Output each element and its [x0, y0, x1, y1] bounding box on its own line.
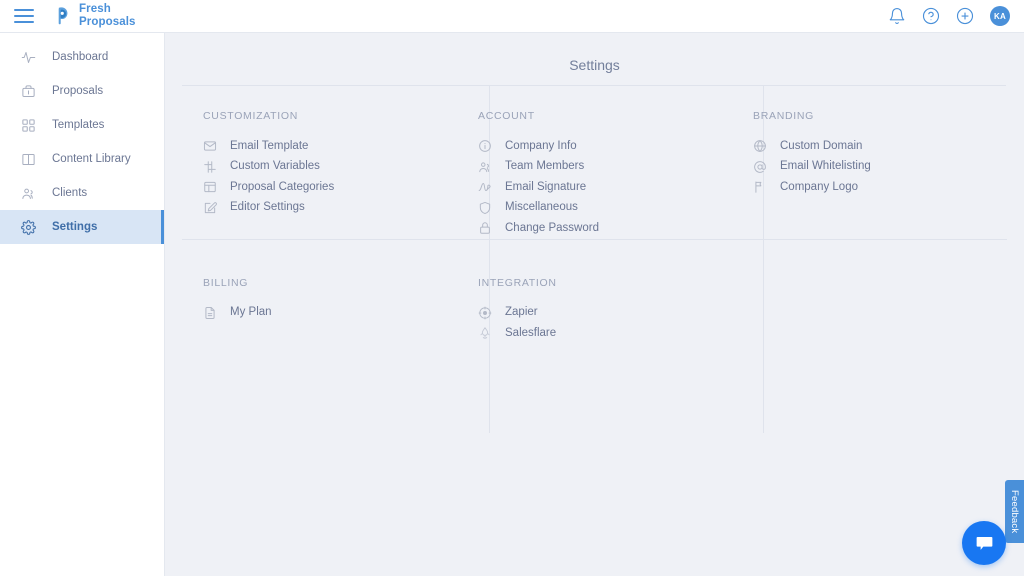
chat-bubble-icon	[974, 533, 995, 554]
settings-item-label: Zapier	[505, 307, 538, 319]
section-title: BRANDING	[753, 110, 1007, 122]
info-circle-icon	[478, 139, 492, 153]
signature-icon	[478, 180, 492, 194]
section-title: ACCOUNT	[478, 110, 732, 122]
sidebar-item-content-library[interactable]: Content Library	[0, 142, 164, 176]
users-icon	[21, 186, 36, 201]
sidebar-item-label: Clients	[52, 187, 87, 199]
settings-item-label: Proposal Categories	[230, 182, 334, 194]
sidebar-item-label: Settings	[52, 221, 97, 233]
question-circle-icon[interactable]	[922, 7, 940, 25]
zapier-icon	[478, 306, 492, 320]
main-content: Settings CUSTOMIZATION Email Template	[165, 33, 1024, 576]
settings-item-custom-domain[interactable]: Custom Domain	[753, 136, 1007, 157]
layout-icon	[203, 180, 217, 194]
settings-item-email-whitelisting[interactable]: Email Whitelisting	[753, 157, 1007, 178]
settings-item-label: Miscellaneous	[505, 202, 578, 214]
hamburger-line	[14, 15, 34, 17]
settings-item-label: Email Whitelisting	[780, 161, 871, 173]
brand-line-2: Proposals	[79, 17, 136, 29]
hamburger-line	[14, 21, 34, 23]
settings-item-label: Change Password	[505, 223, 599, 235]
envelope-icon	[203, 139, 217, 153]
salesflare-flame-icon	[478, 326, 492, 340]
section-customization: CUSTOMIZATION Email Template	[182, 86, 457, 253]
settings-item-email-signature[interactable]: Email Signature	[478, 177, 732, 198]
brand-text: Fresh Proposals	[79, 4, 136, 28]
settings-item-label: Editor Settings	[230, 202, 305, 214]
flag-icon	[753, 180, 767, 194]
settings-item-label: Custom Variables	[230, 161, 320, 173]
section-title: BILLING	[203, 277, 457, 289]
edit-pencil-icon	[203, 201, 217, 215]
sidebar-item-clients[interactable]: Clients	[0, 176, 164, 210]
sidebar-item-proposals[interactable]: Proposals	[0, 74, 164, 108]
settings-item-change-password[interactable]: Change Password	[478, 218, 732, 239]
settings-item-editor-settings[interactable]: Editor Settings	[203, 198, 457, 219]
sidebar: Dashboard Proposals Templates	[0, 33, 165, 576]
settings-item-label: My Plan	[230, 307, 272, 319]
settings-item-custom-variables[interactable]: Custom Variables	[203, 157, 457, 178]
sidebar-item-dashboard[interactable]: Dashboard	[0, 40, 164, 74]
briefcase-icon	[21, 84, 36, 99]
settings-item-proposal-categories[interactable]: Proposal Categories	[203, 177, 457, 198]
section-title: INTEGRATION	[478, 277, 732, 289]
settings-item-label: Company Logo	[780, 182, 858, 194]
app-root: Fresh Proposals KA	[0, 0, 1024, 576]
grid-icon	[21, 118, 36, 133]
chat-button[interactable]	[962, 521, 1006, 565]
avatar-initials: KA	[994, 12, 1006, 21]
globe-icon	[753, 139, 767, 153]
feedback-label: Feedback	[1009, 490, 1020, 533]
hamburger-line	[14, 9, 34, 11]
activity-icon	[21, 50, 36, 65]
section-empty	[732, 253, 1007, 415]
sidebar-item-label: Content Library	[52, 153, 131, 165]
settings-item-my-plan[interactable]: My Plan	[203, 303, 457, 324]
settings-item-zapier[interactable]: Zapier	[478, 303, 732, 324]
lock-icon	[478, 221, 492, 235]
file-document-icon	[203, 306, 217, 320]
section-branding: BRANDING Custom Domain	[732, 86, 1007, 253]
settings-item-team-members[interactable]: Team Members	[478, 157, 732, 178]
section-integration: INTEGRATION Zapier	[457, 253, 732, 415]
section-account: ACCOUNT Company Info	[457, 86, 732, 253]
brand-logo[interactable]: Fresh Proposals	[52, 4, 136, 28]
feedback-tab[interactable]: Feedback	[1005, 480, 1024, 543]
settings-item-label: Custom Domain	[780, 141, 862, 153]
sidebar-item-label: Dashboard	[52, 51, 108, 63]
settings-item-label: Company Info	[505, 141, 577, 153]
settings-item-salesflare[interactable]: Salesflare	[478, 323, 732, 344]
settings-item-label: Email Template	[230, 141, 308, 153]
brand-line-1: Fresh	[79, 4, 136, 16]
sidebar-item-templates[interactable]: Templates	[0, 108, 164, 142]
hamburger-menu-icon[interactable]	[14, 9, 34, 23]
section-title: CUSTOMIZATION	[203, 110, 457, 122]
sidebar-item-label: Proposals	[52, 85, 103, 97]
settings-grid: CUSTOMIZATION Email Template	[182, 86, 1007, 415]
settings-item-label: Salesflare	[505, 328, 556, 340]
sidebar-item-settings[interactable]: Settings	[0, 210, 164, 244]
section-billing: BILLING My Plan	[182, 253, 457, 415]
at-sign-icon	[753, 160, 767, 174]
settings-item-label: Team Members	[505, 161, 584, 173]
sidebar-item-label: Templates	[52, 119, 104, 131]
settings-item-miscellaneous[interactable]: Miscellaneous	[478, 198, 732, 219]
top-bar: Fresh Proposals KA	[0, 0, 1024, 33]
users-icon	[478, 160, 492, 174]
bell-icon[interactable]	[888, 7, 906, 25]
settings-item-company-info[interactable]: Company Info	[478, 136, 732, 157]
avatar[interactable]: KA	[990, 6, 1010, 26]
page-title: Settings	[165, 33, 1024, 85]
shield-icon	[478, 201, 492, 215]
fresh-proposals-logo-icon	[52, 5, 74, 27]
top-bar-actions: KA	[888, 6, 1010, 26]
gear-icon	[21, 220, 36, 235]
sliders-icon	[203, 160, 217, 174]
settings-item-company-logo[interactable]: Company Logo	[753, 177, 1007, 198]
plus-circle-icon[interactable]	[956, 7, 974, 25]
settings-item-label: Email Signature	[505, 182, 586, 194]
settings-item-email-template[interactable]: Email Template	[203, 136, 457, 157]
book-icon	[21, 152, 36, 167]
